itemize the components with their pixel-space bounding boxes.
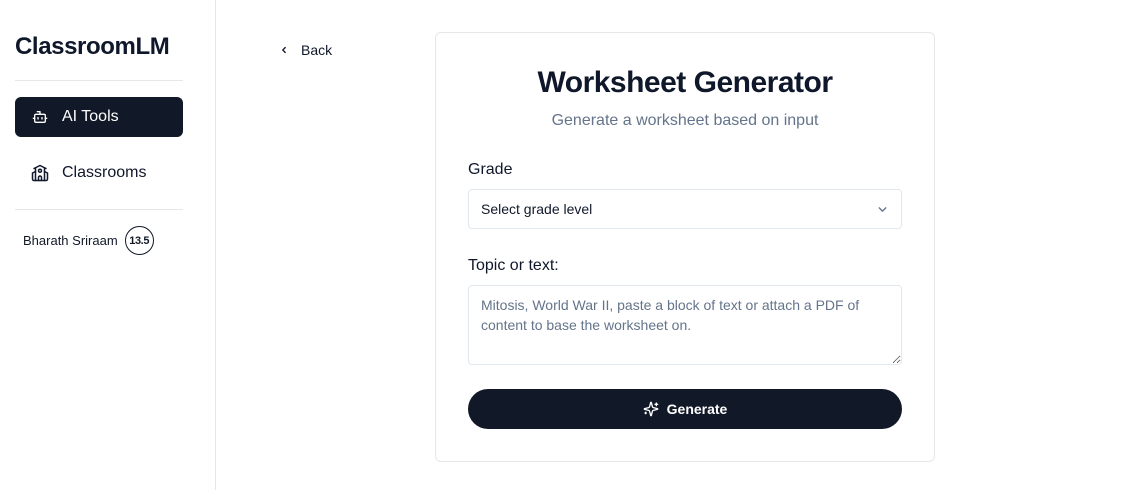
worksheet-generator-card: Worksheet Generator Generate a worksheet… — [435, 32, 935, 462]
generate-button[interactable]: Generate — [468, 389, 902, 429]
chevron-down-icon — [878, 206, 887, 212]
school-icon — [30, 163, 50, 183]
user-name: Bharath Sriraam — [23, 233, 118, 248]
grade-label: Grade — [468, 161, 513, 178]
generate-label: Generate — [666, 401, 728, 417]
sidebar-divider — [15, 80, 183, 81]
sidebar-item-label: Classrooms — [62, 164, 147, 181]
topic-textarea[interactable] — [468, 285, 902, 365]
sparkles-icon — [643, 401, 659, 417]
topic-label: Topic or text: — [468, 257, 559, 274]
user-profile[interactable]: Bharath Sriraam 13.5 — [23, 226, 154, 255]
sidebar-item-label: AI Tools — [62, 108, 119, 125]
sidebar: ClassroomLM AI Tools Classrooms Bharath … — [0, 0, 216, 490]
page-title: Worksheet Generator — [537, 66, 833, 99]
chevron-left-icon — [282, 46, 286, 54]
brand-logo: ClassroomLM — [15, 33, 170, 60]
bot-icon — [30, 107, 50, 127]
grade-select[interactable]: Select grade level — [468, 189, 902, 229]
sidebar-divider — [15, 209, 183, 210]
grade-select-value: Select grade level — [481, 201, 593, 217]
sidebar-item-classrooms[interactable]: Classrooms — [15, 153, 183, 193]
sidebar-item-ai-tools[interactable]: AI Tools — [15, 97, 183, 137]
back-label: Back — [301, 42, 333, 58]
page-subtitle: Generate a worksheet based on input — [551, 112, 819, 129]
back-button[interactable]: Back — [279, 40, 332, 60]
credits-badge: 13.5 — [124, 226, 154, 255]
